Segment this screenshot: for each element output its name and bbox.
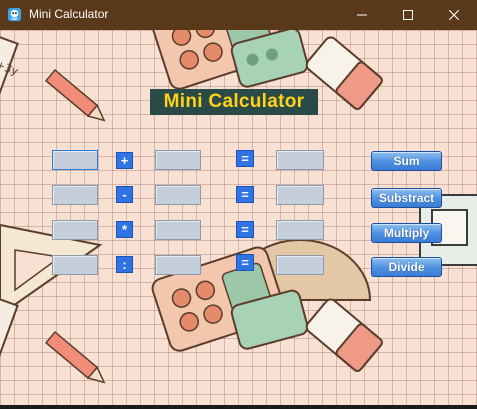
stationery-background-illustration: 1 x+3y	[0, 30, 477, 405]
close-icon	[449, 10, 459, 20]
substract-button[interactable]: Substract	[371, 188, 442, 208]
row2-result-field[interactable]	[276, 185, 324, 206]
app-window: Mini Calculator x+3y Mini Calculator + =…	[0, 0, 477, 409]
row1-second-operand-input[interactable]	[156, 153, 200, 171]
app-icon	[7, 7, 22, 22]
row4-result-input[interactable]	[277, 258, 323, 276]
row4-first-operand-input[interactable]	[53, 258, 97, 276]
minimize-button[interactable]	[339, 0, 385, 30]
row1-second-operand-field[interactable]	[155, 150, 201, 171]
close-button[interactable]	[431, 0, 477, 30]
row4-equals-sign: =	[236, 254, 254, 271]
row1-operator: +	[116, 152, 133, 169]
divide-button[interactable]: Divide	[371, 257, 442, 277]
row2-operator: -	[116, 186, 133, 203]
title-bar[interactable]: Mini Calculator	[0, 0, 477, 30]
row4-second-operand-input[interactable]	[156, 258, 200, 276]
row2-first-operand-input[interactable]	[53, 188, 97, 206]
row2-second-operand-field[interactable]	[155, 185, 201, 206]
maximize-icon	[403, 10, 413, 20]
window-bottom-edge	[0, 405, 477, 409]
multiply-button[interactable]: Multiply	[371, 223, 442, 243]
row4-second-operand-field[interactable]	[155, 255, 201, 276]
calculator-form: 1 x+3y	[0, 30, 477, 405]
page-title: Mini Calculator	[150, 89, 318, 115]
row2-equals-sign: =	[236, 186, 254, 203]
row4-result-field[interactable]	[276, 255, 324, 276]
row4-first-operand-field[interactable]	[52, 255, 98, 276]
sum-button[interactable]: Sum	[371, 151, 442, 171]
row1-result-input[interactable]	[277, 153, 323, 171]
row3-equals-sign: =	[236, 221, 254, 238]
row1-result-field[interactable]	[276, 150, 324, 171]
row3-result-field[interactable]	[276, 220, 324, 241]
row3-second-operand-field[interactable]	[155, 220, 201, 241]
row3-second-operand-input[interactable]	[156, 223, 200, 241]
row1-equals-sign: =	[236, 150, 254, 167]
row1-first-operand-input[interactable]	[53, 153, 97, 171]
row1-first-operand-field[interactable]	[52, 150, 98, 171]
row2-second-operand-input[interactable]	[156, 188, 200, 206]
row2-first-operand-field[interactable]	[52, 185, 98, 206]
row3-operator: *	[116, 221, 133, 238]
row3-first-operand-input[interactable]	[53, 223, 97, 241]
window-title: Mini Calculator	[29, 7, 109, 21]
row3-first-operand-field[interactable]	[52, 220, 98, 241]
row3-result-input[interactable]	[277, 223, 323, 241]
minimize-icon	[357, 14, 367, 16]
row2-result-input[interactable]	[277, 188, 323, 206]
row4-operator: :	[116, 256, 133, 273]
maximize-button[interactable]	[385, 0, 431, 30]
